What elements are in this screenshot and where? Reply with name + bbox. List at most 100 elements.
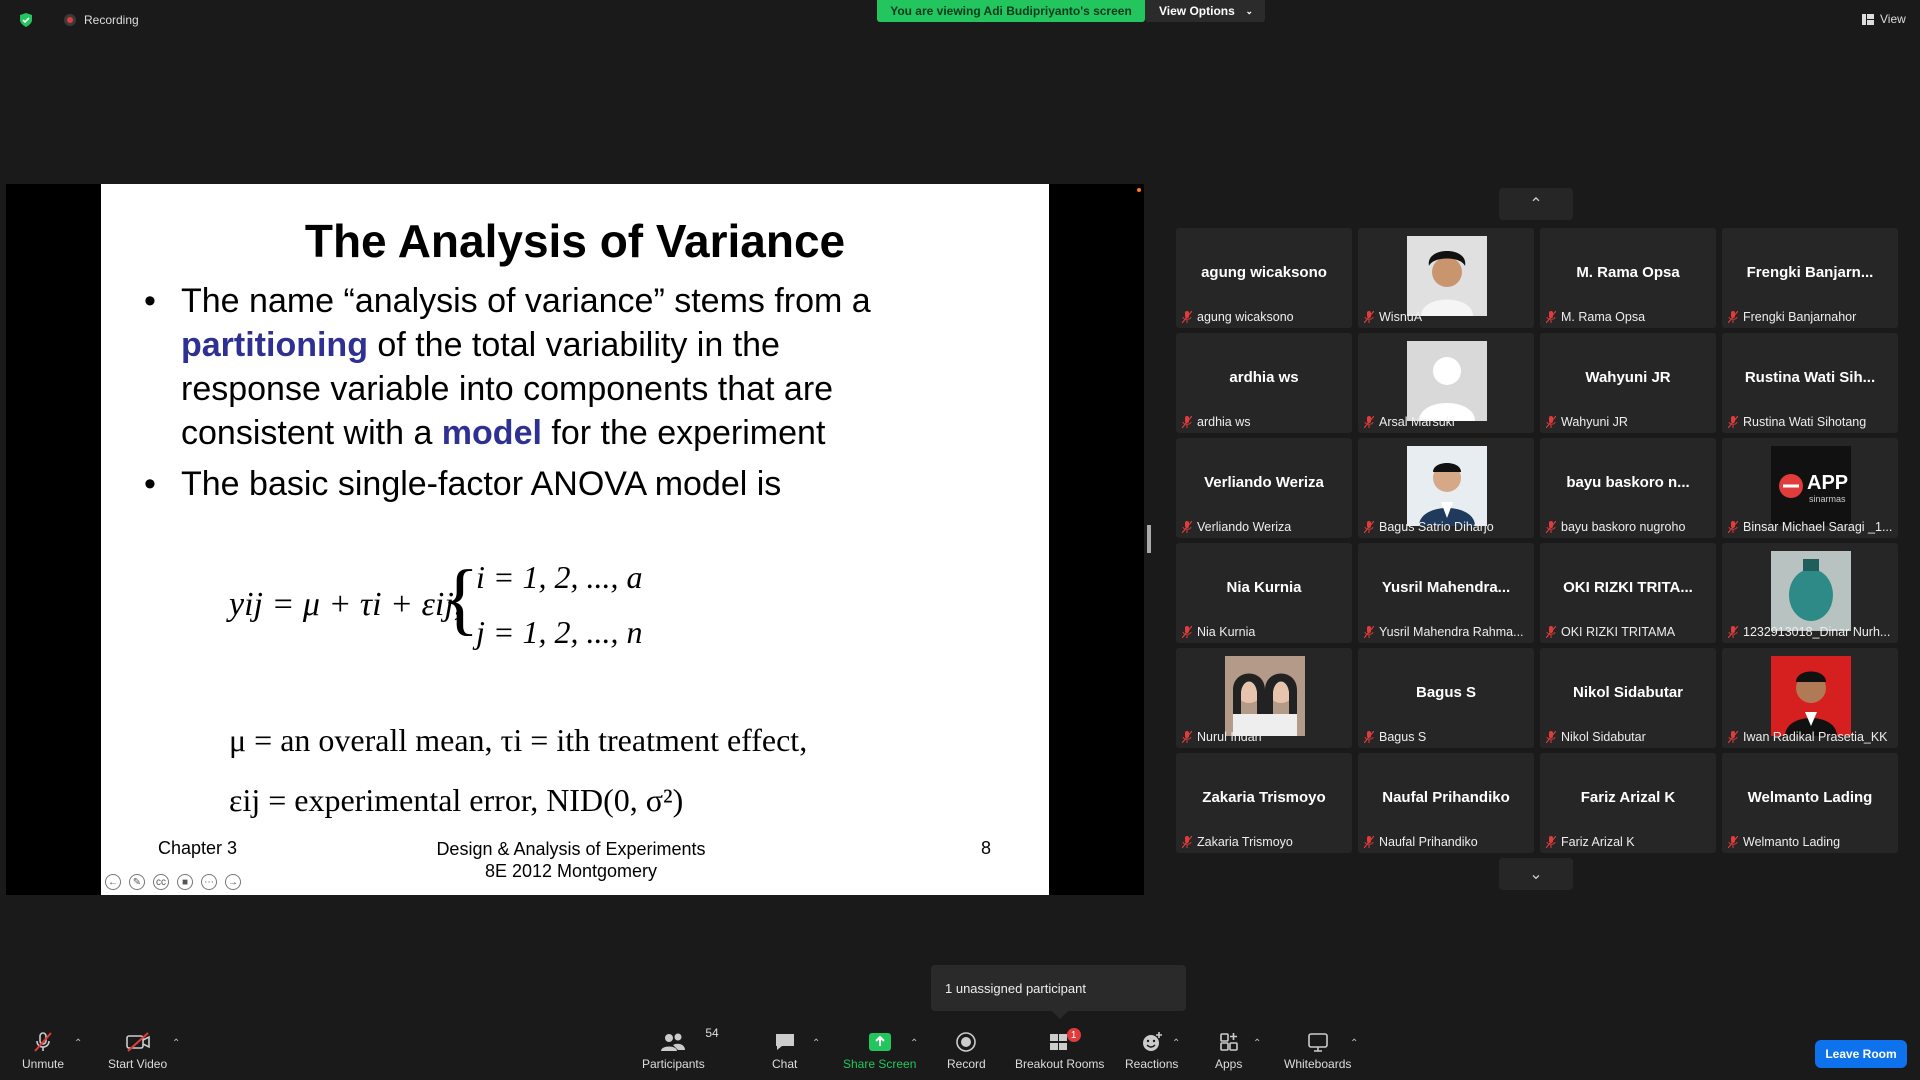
participant-display-name: Yusril Mahendra... <box>1381 579 1511 596</box>
participant-tile[interactable]: Frengki Banjarn... Frengki Banjarnahor <box>1722 228 1898 328</box>
reactions-label: Reactions <box>1125 1057 1179 1071</box>
participant-label: Yusril Mahendra Rahma... <box>1379 625 1524 639</box>
equation-model: yij = μ + τi + εij, <box>229 586 463 623</box>
participant-tile[interactable]: Bagus Satrio Diharjo <box>1358 438 1534 538</box>
gallery-down-button[interactable]: ⌄ <box>1499 858 1573 890</box>
app-logo-text: APP <box>1807 472 1849 494</box>
participant-display-name: Fariz Arizal K <box>1580 789 1676 806</box>
view-button[interactable]: View <box>1862 12 1906 26</box>
leave-room-button[interactable]: Leave Room <box>1815 1040 1907 1068</box>
participant-display-name: OKI RIZKI TRITA... <box>1563 579 1693 596</box>
participant-tile[interactable]: OKI RIZKI TRITA... OKI RIZKI TRITAMA <box>1540 543 1716 643</box>
participant-tile[interactable]: Bagus S Bagus S <box>1358 648 1534 748</box>
participant-name-tag: Rustina Wati Sihotang <box>1728 415 1896 429</box>
participant-label: Naufal Prihandiko <box>1379 835 1478 849</box>
participant-tile[interactable]: Fariz Arizal K Fariz Arizal K <box>1540 753 1716 853</box>
definition-error: εij = experimental error, NID(0, σ²) <box>229 782 684 818</box>
chat-options-caret-icon[interactable]: ⌃ <box>812 1038 820 1049</box>
share-screen-button[interactable]: Share Screen <box>843 1030 916 1071</box>
reactions-caret-icon[interactable]: ⌃ <box>1172 1038 1180 1049</box>
participant-label: M. Rama Opsa <box>1561 310 1646 324</box>
reactions-button[interactable]: Reactions <box>1125 1030 1178 1071</box>
apps-caret-icon[interactable]: ⌃ <box>1253 1038 1261 1049</box>
participant-display-name: agung wicaksono <box>1201 264 1327 281</box>
equation-j-range: j = 1, 2, ..., n <box>476 614 643 650</box>
participant-name-tag: Zakaria Trismoyo <box>1182 835 1350 849</box>
pen-icon[interactable]: ✎ <box>129 874 145 890</box>
more-icon[interactable]: ⋯ <box>201 874 217 890</box>
participant-tile[interactable]: Verliando Weriza Verliando Weriza <box>1176 438 1352 538</box>
chat-icon <box>775 1034 794 1050</box>
view-options-button[interactable]: View Options ⌄ <box>1145 0 1265 22</box>
start-video-button[interactable]: Start Video <box>108 1030 167 1071</box>
participant-display-name: ardhia ws <box>1229 369 1299 386</box>
participant-name-tag: Yusril Mahendra Rahma... <box>1364 625 1532 639</box>
participant-label: Nikol Sidabutar <box>1561 730 1646 744</box>
participant-tile[interactable]: 1232913018_Dinar Nurh... <box>1722 543 1898 643</box>
microphone-muted-icon <box>1364 311 1374 323</box>
recording-indicator: Recording <box>18 12 139 28</box>
participant-name-tag: Fariz Arizal K <box>1546 835 1714 849</box>
shield-icon[interactable] <box>18 12 34 28</box>
participant-tile[interactable]: Nurul Indah <box>1176 648 1352 748</box>
share-options-caret-icon[interactable]: ⌃ <box>910 1038 918 1049</box>
participant-name-tag: Bagus S <box>1364 730 1532 744</box>
apps-button[interactable]: Apps <box>1215 1030 1242 1071</box>
participant-tile[interactable]: WisnuA <box>1358 228 1534 328</box>
participant-tile[interactable]: Wahyuni JR Wahyuni JR <box>1540 333 1716 433</box>
participant-tile[interactable]: ardhia ws ardhia ws <box>1176 333 1352 433</box>
participant-display-name: Nikol Sidabutar <box>1572 684 1684 701</box>
video-options-caret-icon[interactable]: ⌃ <box>172 1038 180 1049</box>
previous-slide-icon[interactable]: ← <box>105 874 121 890</box>
microphone-muted-icon <box>1728 731 1738 743</box>
share-screen-label: Share Screen <box>843 1057 917 1071</box>
participant-tile[interactable]: M. Rama Opsa M. Rama Opsa <box>1540 228 1716 328</box>
participants-button[interactable]: 54 Participants <box>642 1026 719 1071</box>
unmute-button[interactable]: Unmute <box>22 1030 64 1071</box>
participant-tile[interactable]: Iwan Radikal Prasetia_KK <box>1722 648 1898 748</box>
participant-name-tag: OKI RIZKI TRITAMA <box>1546 625 1714 639</box>
whiteboards-label: Whiteboards <box>1284 1057 1352 1071</box>
participant-tile[interactable]: Zakaria Trismoyo Zakaria Trismoyo <box>1176 753 1352 853</box>
breakout-rooms-button[interactable]: 1 Breakout Rooms <box>1015 1028 1104 1071</box>
gallery-up-button[interactable]: ⌃ <box>1499 188 1573 220</box>
participant-label: Bagus Satrio Diharjo <box>1379 520 1494 534</box>
participant-tile[interactable]: Arsal Marsuki <box>1358 333 1534 433</box>
microphone-muted-icon <box>1364 626 1374 638</box>
participant-tile[interactable]: Yusril Mahendra... Yusril Mahendra Rahma.… <box>1358 543 1534 643</box>
participant-tile[interactable]: bayu baskoro n... bayu baskoro nugroho <box>1540 438 1716 538</box>
view-label: View <box>1880 12 1906 26</box>
participant-tile[interactable]: Naufal Prihandiko Naufal Prihandiko <box>1358 753 1534 853</box>
participant-tile[interactable]: Rustina Wati Sih... Rustina Wati Sihotang <box>1722 333 1898 433</box>
chat-button[interactable]: Chat <box>772 1030 797 1071</box>
participant-name-tag: Naufal Prihandiko <box>1364 835 1532 849</box>
microphone-muted-icon <box>1546 311 1556 323</box>
microphone-muted-icon <box>1546 836 1556 848</box>
participant-name-tag: Bagus Satrio Diharjo <box>1364 520 1532 534</box>
record-button[interactable]: Record <box>947 1030 986 1071</box>
microphone-muted-icon <box>1546 731 1556 743</box>
participant-tile[interactable]: Nikol Sidabutar Nikol Sidabutar <box>1540 648 1716 748</box>
captions-icon[interactable]: cc <box>153 874 169 890</box>
next-slide-icon[interactable]: → <box>225 874 241 890</box>
participant-tile[interactable]: agung wicaksono agung wicaksono <box>1176 228 1352 328</box>
audio-options-caret-icon[interactable]: ⌃ <box>74 1038 82 1049</box>
participant-label: Nurul Indah <box>1197 730 1262 744</box>
microphone-muted-icon <box>1182 521 1192 533</box>
panel-splitter[interactable] <box>1147 525 1151 553</box>
share-screen-icon <box>868 1033 891 1051</box>
participant-label: ardhia ws <box>1197 415 1251 429</box>
participant-tile[interactable]: Nia Kurnia Nia Kurnia <box>1176 543 1352 643</box>
microphone-muted-icon <box>1182 626 1192 638</box>
microphone-muted-icon <box>1182 836 1192 848</box>
camera-off-icon[interactable]: ■ <box>177 874 193 890</box>
participants-label: Participants <box>642 1057 705 1071</box>
participant-tile[interactable]: APP sinarmas Binsar Michael Saragi _1... <box>1722 438 1898 538</box>
unassigned-participants-tooltip: 1 unassigned participant <box>931 965 1186 1011</box>
microphone-muted-icon <box>1728 311 1738 323</box>
grid-view-icon <box>1862 13 1874 25</box>
whiteboards-caret-icon[interactable]: ⌃ <box>1350 1038 1358 1049</box>
chevron-down-icon: ⌄ <box>1245 5 1253 16</box>
whiteboards-button[interactable]: Whiteboards <box>1284 1030 1351 1071</box>
participant-tile[interactable]: Welmanto Lading Welmanto Lading <box>1722 753 1898 853</box>
